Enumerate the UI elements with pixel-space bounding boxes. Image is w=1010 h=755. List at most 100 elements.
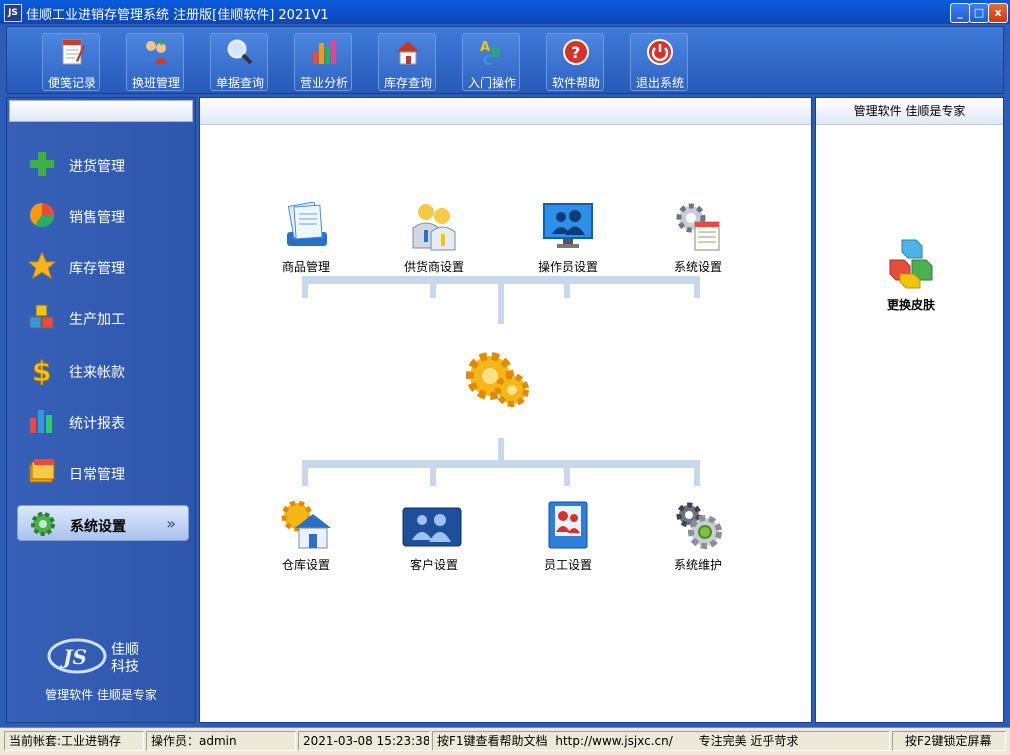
nav-inventory[interactable]: 库存管理 — [17, 248, 189, 284]
func-label: 系统维护 — [673, 558, 722, 572]
func-label: 操作员设置 — [537, 260, 598, 274]
toolbar-analysis-button[interactable]: 营业分析 — [294, 33, 352, 91]
nav-reports[interactable]: 统计报表 — [17, 403, 189, 439]
connector — [498, 284, 504, 324]
minimize-button[interactable]: _ — [950, 3, 970, 23]
close-button[interactable]: x — [988, 3, 1008, 23]
func-system-settings[interactable]: 系统设置 — [643, 202, 753, 280]
toolbar-shift-button[interactable]: 换班管理 — [126, 33, 184, 91]
customers-icon — [402, 507, 462, 547]
maximize-button[interactable]: □ — [969, 3, 989, 23]
change-skin-button[interactable]: 更换皮肤 — [876, 238, 946, 314]
func-label: 员工设置 — [543, 558, 592, 572]
connector — [564, 278, 570, 298]
svg-text:A: A — [480, 40, 490, 55]
toolbar-guide-button[interactable]: ABC 入门操作 — [462, 33, 520, 91]
svg-text:科技: 科技 — [111, 659, 139, 675]
connector-bottom-bar — [302, 460, 700, 468]
func-label: 客户设置 — [409, 558, 458, 572]
star-icon — [27, 251, 57, 280]
connector — [430, 278, 436, 298]
func-goods-management[interactable]: 商品管理 — [251, 202, 361, 280]
nav-label: 往来帐款 — [69, 365, 125, 381]
func-warehouse-settings[interactable]: 仓库设置 — [251, 500, 361, 578]
gears-icon — [466, 352, 529, 407]
nav-label: 生产加工 — [69, 312, 125, 328]
connector-top-bar — [302, 276, 700, 284]
abc-icon: A BC — [480, 40, 501, 67]
sidebar-slogan: 管理软件 佳顺是专家 — [45, 688, 157, 702]
status-motto: 专注完美 近乎苛求 — [698, 734, 799, 748]
plus-icon — [30, 152, 54, 176]
toolbar-label: 营业分析 — [299, 76, 348, 90]
toolbar-label: 便笺记录 — [47, 76, 96, 90]
notepad-icon — [62, 39, 85, 65]
suppliers-icon — [412, 204, 456, 251]
svg-text:C: C — [483, 54, 493, 67]
cubes-icon — [29, 304, 54, 329]
gear-icon — [31, 512, 55, 536]
left-panel-header — [9, 100, 193, 122]
func-system-maintenance[interactable]: 系统维护 — [643, 500, 753, 578]
status-bar: 当前帐套:工业进销存 操作员：admin 2021-03-08 15:23:38… — [0, 727, 1010, 755]
app-window: JS 佳顺工业进销存管理系统 注册版[佳顺软件] 2021V1 _ □ x 便笺… — [0, 0, 1010, 755]
func-label: 供货商设置 — [403, 260, 464, 274]
nav-daily[interactable]: 日常管理 — [17, 454, 189, 490]
status-url[interactable]: http://www.jsjxc.cn/ — [555, 734, 672, 748]
pie-icon — [30, 203, 55, 228]
func-employee-settings[interactable]: 员工设置 — [513, 500, 623, 578]
svg-text:$: $ — [32, 355, 51, 385]
settings-sheet-icon — [676, 203, 720, 251]
connector — [498, 438, 504, 462]
main-panel-header — [200, 98, 811, 125]
window-title: 佳顺工业进销存管理系统 注册版[佳顺软件] 2021V1 — [26, 8, 329, 23]
right-panel-header: 管理软件 佳顺是专家 — [816, 98, 1003, 125]
func-label: 商品管理 — [281, 260, 330, 274]
nav-sales[interactable]: 销售管理 — [17, 197, 189, 233]
company-logo: JS 佳顺 科技 — [47, 638, 139, 675]
nav-label: 统计报表 — [69, 416, 125, 432]
status-datetime: 2021-03-08 15:23:38 — [298, 731, 430, 751]
right-info-panel: 管理软件 佳顺是专家 更换皮肤 — [815, 97, 1004, 723]
func-customer-settings[interactable]: 客户设置 — [379, 500, 489, 578]
toolbar-label: 单据查询 — [215, 76, 264, 90]
app-icon[interactable]: JS — [4, 4, 22, 22]
connector — [694, 278, 700, 298]
nav-label: 日常管理 — [69, 467, 125, 483]
func-operator-settings[interactable]: 操作员设置 — [513, 202, 623, 280]
connector — [302, 278, 308, 298]
documents-icon — [287, 202, 327, 246]
chevron-right-icon: » — [166, 514, 176, 533]
employees-icon — [548, 501, 588, 549]
toolbar-search-button[interactable]: 单据查询 — [210, 33, 268, 91]
maintenance-icon — [676, 502, 722, 549]
connector — [302, 464, 308, 486]
status-lock: 按F2键锁定屏幕 — [892, 731, 1006, 751]
toolbar-label: 库存查询 — [383, 76, 432, 90]
toolbar-notes-button[interactable]: 便笺记录 — [42, 33, 100, 91]
operators-icon — [543, 203, 593, 248]
nav-system-settings[interactable]: 系统设置 » — [17, 505, 189, 541]
toolbar-help-button[interactable]: ? 软件帮助 — [546, 33, 604, 91]
svg-text:佳顺: 佳顺 — [111, 642, 139, 658]
func-label: 仓库设置 — [281, 558, 330, 572]
func-supplier-settings[interactable]: 供货商设置 — [379, 202, 489, 280]
connector — [694, 464, 700, 486]
connector — [564, 464, 570, 486]
toolbar-label: 软件帮助 — [551, 76, 600, 90]
skin-label: 更换皮肤 — [886, 298, 935, 312]
toolbar-stock-button[interactable]: 库存查询 — [378, 33, 436, 91]
main-toolbar: 便笺记录 换班管理 单据查询 营业分析 库存查询 ABC 入门操作 ? 软件帮助 — [6, 26, 1004, 94]
main-content-panel: 商品管理 供货商设置 操作员设置 系统设置 仓库设置 客户设置 员工设置 系统维… — [199, 97, 812, 723]
nav-accounts[interactable]: $ 往来帐款 — [17, 352, 189, 388]
title-bar[interactable]: JS 佳顺工业进销存管理系统 注册版[佳顺软件] 2021V1 _ □ x — [0, 0, 1010, 24]
users-swap-icon — [144, 39, 168, 64]
toolbar-exit-button[interactable]: 退出系统 — [630, 33, 688, 91]
nav-production[interactable]: 生产加工 — [17, 299, 189, 335]
left-nav-panel: 进货管理 销售管理 库存管理 生产加工 $ 往来帐款 统计报表 日常管理 系统设 — [6, 97, 196, 723]
toolbar-label: 入门操作 — [467, 76, 516, 90]
nav-purchase[interactable]: 进货管理 — [17, 146, 189, 182]
svg-text:?: ? — [571, 43, 580, 62]
dollar-icon: $ — [32, 355, 52, 385]
nav-label: 销售管理 — [69, 210, 125, 226]
